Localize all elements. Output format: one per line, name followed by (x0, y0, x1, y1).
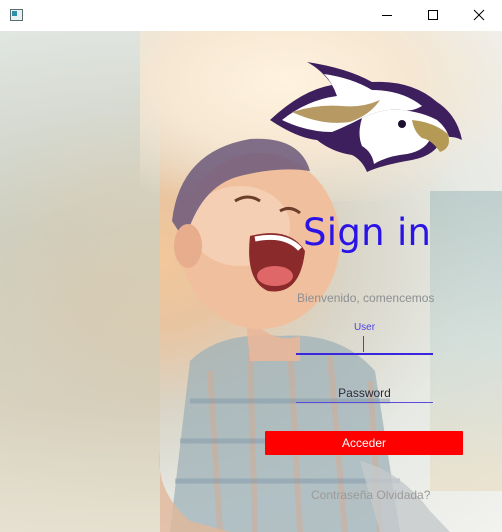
text-caret (363, 336, 364, 352)
background-blur-left (0, 31, 160, 532)
welcome-text: Bienvenido, comencemos (297, 291, 435, 305)
password-underline (296, 402, 433, 403)
forgot-password-link[interactable]: Contraseña Olvidada? (311, 488, 430, 502)
close-icon (473, 9, 485, 21)
password-field-container[interactable] (296, 383, 433, 403)
maximize-button[interactable] (410, 0, 456, 31)
title-bar (0, 0, 502, 31)
page-title: Sign in (303, 211, 432, 254)
maximize-icon (428, 10, 438, 20)
password-field[interactable] (296, 383, 433, 402)
app-icon (10, 9, 23, 21)
login-panel: Sign in Bienvenido, comencemos User Acce… (0, 31, 502, 532)
close-button[interactable] (456, 0, 502, 31)
user-label: User (353, 322, 376, 333)
minimize-button[interactable] (364, 0, 410, 31)
eagle-logo (270, 62, 462, 172)
user-underline (296, 353, 433, 355)
user-field[interactable]: User (296, 319, 433, 355)
acceder-button[interactable]: Acceder (265, 431, 463, 455)
minimize-icon (382, 15, 392, 16)
